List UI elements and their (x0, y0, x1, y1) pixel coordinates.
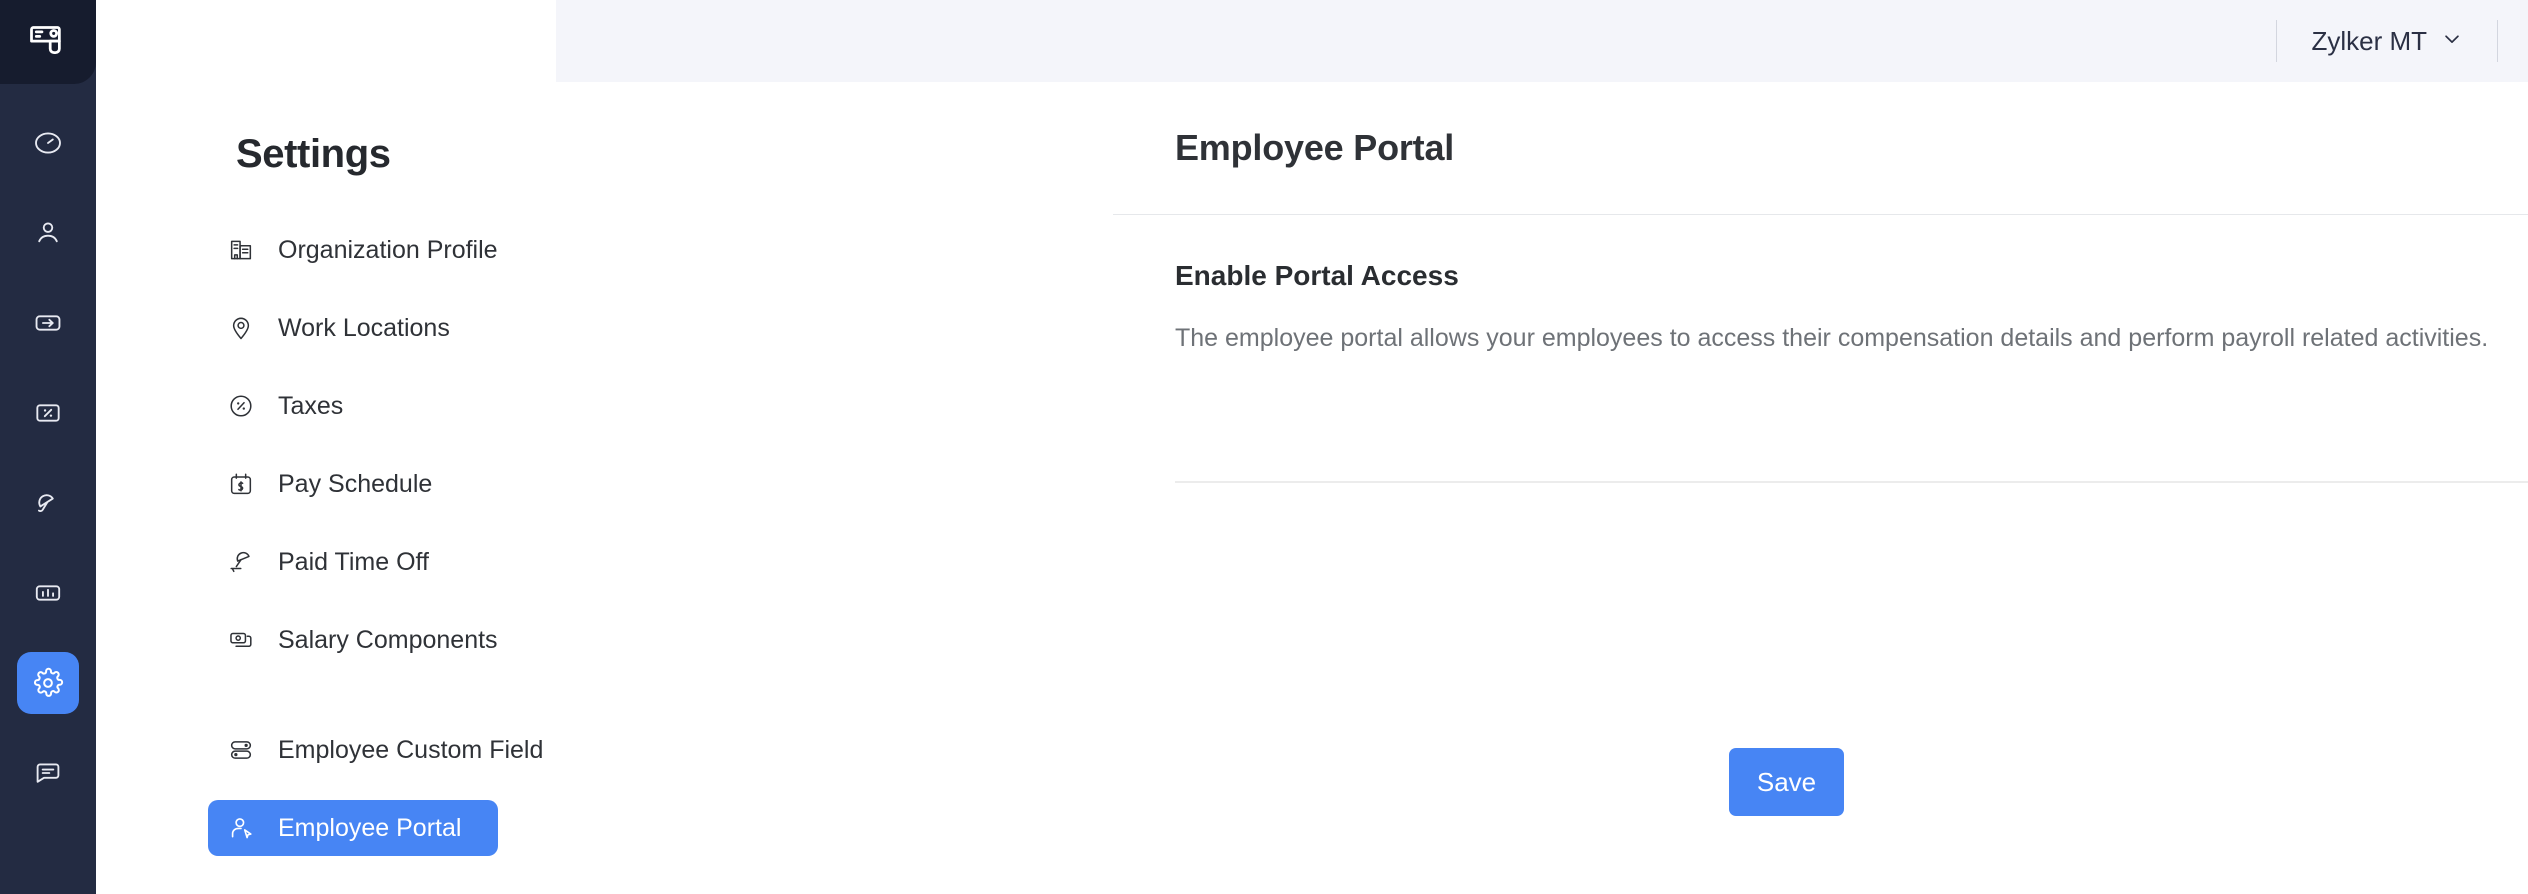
rail-item-reports[interactable] (17, 562, 79, 624)
app-logo[interactable] (0, 0, 96, 84)
employees-person-icon (32, 217, 64, 249)
rail-item-employees[interactable] (17, 202, 79, 264)
settings-nav-list: Organization Profile Work Locations (96, 222, 528, 856)
save-button[interactable]: Save (1729, 748, 1844, 816)
org-name-label: Zylker MT (2311, 28, 2427, 54)
calendar-dollar-icon (226, 469, 256, 499)
sidebar-item-label: Taxes (278, 394, 343, 419)
sidebar-item-label: Employee Portal (278, 816, 461, 841)
rail-item-time-off[interactable] (17, 472, 79, 534)
payroll-card-icon (26, 18, 70, 67)
percent-circle-icon (226, 391, 256, 421)
sidebar-item-label: Pay Schedule (278, 472, 432, 497)
chat-bubble-icon (32, 757, 64, 789)
top-bar: Zylker MT (556, 0, 2528, 82)
sidebar-item-label: Paid Time Off (278, 550, 429, 575)
settings-heading: Settings (236, 132, 391, 177)
building-icon (226, 235, 256, 265)
settings-nav-column: Settings Organization Profile (96, 0, 556, 894)
sidebar-item-employee-custom-field[interactable]: Employee Custom Field (208, 722, 498, 778)
org-switcher-button[interactable]: Zylker MT (2277, 17, 2497, 65)
sidebar-item-pay-schedule[interactable]: Pay Schedule (208, 456, 498, 512)
enable-portal-access-row: Enable Portal Access The employee portal… (1113, 216, 2528, 357)
toggle-rows-icon (226, 735, 256, 765)
main-area: Zylker MT Employee Portal Enable Portal … (556, 0, 2528, 894)
sidebar-item-salary-components[interactable]: Salary Components (208, 612, 498, 668)
page-header: Employee Portal (1113, 82, 2528, 215)
rail-item-list (0, 112, 96, 804)
taxes-percent-icon (32, 397, 64, 429)
nav-group-separator (96, 668, 528, 722)
sidebar-item-label: Organization Profile (278, 238, 498, 263)
sidebar-item-label: Salary Components (278, 628, 498, 653)
section-description: The employee portal allows your employee… (1175, 320, 2520, 357)
rail-item-taxes[interactable] (17, 382, 79, 444)
sidebar-item-work-locations[interactable]: Work Locations (208, 300, 498, 356)
page-content: Enable Portal Access The employee portal… (1113, 216, 2528, 894)
section-heading: Enable Portal Access (1175, 262, 2528, 290)
dashboard-clock-icon (32, 127, 64, 159)
reports-bar-chart-icon (32, 577, 64, 609)
time-off-umbrella-icon (32, 487, 64, 519)
beach-umbrella-icon (226, 547, 256, 577)
chevron-down-icon (2441, 28, 2463, 55)
rail-item-chat[interactable] (17, 742, 79, 804)
org-switcher-wrap: Zylker MT (2276, 17, 2498, 65)
sidebar-item-paid-time-off[interactable]: Paid Time Off (208, 534, 498, 590)
primary-icon-rail (0, 0, 96, 894)
pay-runs-arrow-icon (32, 307, 64, 339)
sidebar-item-employee-portal[interactable]: Employee Portal (208, 800, 498, 856)
sidebar-item-organization-profile[interactable]: Organization Profile (208, 222, 498, 278)
sidebar-item-label: Work Locations (278, 316, 450, 341)
app-root: Settings Organization Profile (0, 0, 2528, 894)
section-separator (1175, 481, 2528, 483)
rail-item-settings[interactable] (17, 652, 79, 714)
person-cursor-icon (226, 813, 256, 843)
rail-item-pay-runs[interactable] (17, 292, 79, 354)
rail-item-dashboard[interactable] (17, 112, 79, 174)
money-stack-icon (226, 625, 256, 655)
settings-gear-icon (32, 667, 64, 699)
map-pin-icon (226, 313, 256, 343)
sidebar-item-taxes[interactable]: Taxes (208, 378, 498, 434)
page-title: Employee Portal (1175, 127, 1454, 169)
sidebar-item-label: Employee Custom Field (278, 738, 543, 763)
topbar-divider-right (2497, 20, 2498, 62)
